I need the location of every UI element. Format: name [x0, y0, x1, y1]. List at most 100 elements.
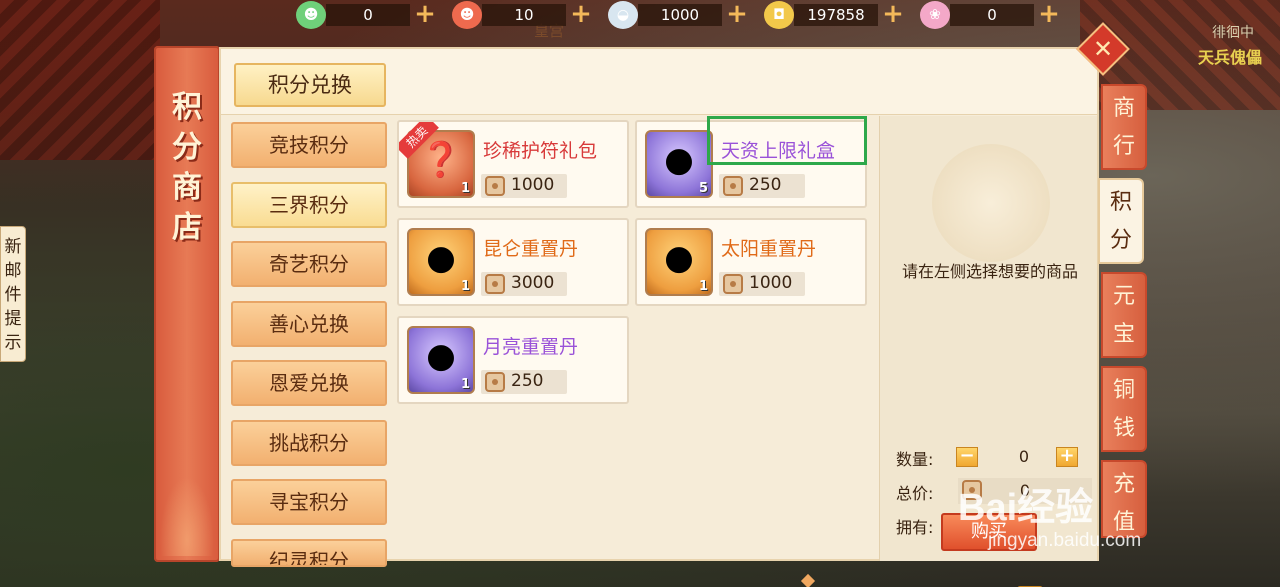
item-icon: ● 1 — [645, 228, 713, 296]
side-tab[interactable]: 充值 — [1101, 460, 1147, 538]
gold-coin-icon: ◘ — [764, 1, 794, 29]
selection-highlight-box — [707, 116, 867, 165]
side-tab-char: 行 — [1112, 134, 1135, 159]
owned-label: 拥有: — [896, 518, 934, 537]
add-resource-icon[interactable]: + — [1038, 1, 1060, 27]
item-price-value: 250 — [511, 371, 544, 391]
category-button[interactable]: 恩爱兑换 — [231, 360, 387, 406]
shop-item-card[interactable]: ● 1 太阳重置丹 1000 — [635, 218, 867, 306]
silver-ingot-icon: ◒ — [608, 1, 638, 29]
shop-item-card[interactable]: ● 1 昆仑重置丹 3000 — [397, 218, 629, 306]
side-tab-char: 充 — [1112, 472, 1135, 497]
add-resource-icon[interactable]: + — [570, 1, 592, 27]
item-price: 250 — [719, 174, 805, 198]
item-price: 1000 — [481, 174, 567, 198]
new-mail-notice[interactable]: 新邮件提示 — [0, 226, 26, 362]
resource-item: ◒ 1000 + — [608, 0, 764, 30]
resource-item: ☻ 10 + — [452, 0, 608, 30]
item-grid: ? ❓1珍稀护符礼包1000热卖●5天资上限礼盒250●1昆仑重置丹3000●1… — [397, 116, 1043, 587]
item-quantity: 1 — [460, 377, 470, 392]
resource-item: ◘ 197858 + — [764, 0, 920, 30]
resource-bar: ☻ 0 + ☻ 10 + ◒ 1000 + ◘ 197858 + ❀ 0 + — [296, 0, 1076, 30]
npc-status-label: 徘徊中 — [1212, 25, 1254, 41]
points-coin-icon — [485, 176, 505, 196]
close-icon[interactable]: ✕ — [1084, 30, 1122, 68]
side-tab[interactable]: 铜钱 — [1101, 366, 1147, 452]
shop-item-card[interactable]: ● 1 月亮重置丹 250 — [397, 316, 629, 404]
shop-title-banner: 积分商店 — [154, 46, 220, 562]
flame-decoration — [160, 476, 214, 556]
item-icon: ● 1 — [407, 326, 475, 394]
red-token-icon: ☻ — [452, 1, 482, 29]
select-item-hint: 请在左侧选择想要的商品 — [901, 262, 1078, 281]
side-tab-char: 宝 — [1112, 322, 1135, 347]
points-coin-icon — [485, 372, 505, 392]
quantity-value[interactable]: 0 — [980, 447, 1068, 466]
item-price-value: 1000 — [749, 273, 793, 293]
tab-points-exchange[interactable]: 积分兑换 — [234, 63, 386, 107]
item-preview-placeholder — [932, 144, 1050, 262]
item-quantity: 1 — [460, 181, 470, 196]
category-button[interactable]: 寻宝积分 — [231, 479, 387, 525]
side-tab[interactable]: 元宝 — [1101, 272, 1147, 358]
add-resource-icon[interactable]: + — [414, 1, 436, 27]
hot-sale-badge: 热卖 — [399, 122, 439, 159]
item-price: 1000 — [719, 272, 805, 296]
points-coin-icon — [723, 274, 743, 294]
shop-title-char: 积 — [172, 90, 202, 125]
shop-title: 积分商店 — [154, 88, 220, 248]
npc-name-label[interactable]: 天兵傀儡 — [1198, 44, 1262, 68]
resource-value: 197858 — [794, 4, 878, 26]
side-tab-char: 积 — [1109, 190, 1132, 215]
pink-pet-icon: ❀ — [920, 1, 950, 29]
item-price: 3000 — [481, 272, 567, 296]
green-token-icon: ☻ — [296, 1, 326, 29]
item-icon: ● 1 — [407, 228, 475, 296]
shop-title-char: 店 — [172, 210, 202, 245]
decrease-quantity-button[interactable]: − — [956, 447, 978, 467]
resource-value: 0 — [326, 4, 410, 26]
shop-title-char: 分 — [172, 130, 202, 165]
side-tab[interactable]: 积分 — [1098, 178, 1144, 264]
mail-notice-char: 示 — [4, 333, 22, 353]
side-tab-char: 商 — [1112, 96, 1135, 121]
category-button[interactable]: 纪灵积分 — [231, 538, 387, 567]
mail-notice-char: 件 — [4, 285, 22, 305]
shop-item-card[interactable]: ❓ 1 珍稀护符礼包 1000 热卖 — [397, 120, 629, 208]
item-quantity: 1 — [460, 279, 470, 294]
category-button[interactable]: 善心兑换 — [231, 300, 387, 347]
resource-item: ❀ 0 + — [920, 0, 1076, 30]
side-tab-char: 钱 — [1112, 416, 1135, 441]
item-image-icon: ● — [426, 238, 456, 278]
resource-value: 10 — [482, 4, 566, 26]
side-tab[interactable]: 商行 — [1101, 84, 1147, 170]
hot-badge-wrap: 热卖 — [399, 122, 443, 166]
item-price: 250 — [481, 370, 567, 394]
item-icon: ● 5 — [645, 130, 713, 198]
item-image-icon: ● — [664, 238, 694, 278]
mail-notice-char: 邮 — [4, 261, 22, 281]
add-resource-icon[interactable]: + — [882, 1, 904, 27]
category-button[interactable]: 三界积分 — [231, 181, 387, 228]
resource-value: 1000 — [638, 4, 722, 26]
total-price-label: 总价: — [896, 484, 934, 503]
points-coin-icon — [723, 176, 743, 196]
mail-notice-char: 提 — [4, 309, 22, 329]
watermark-url: jingyan.baidu.com — [988, 530, 1142, 551]
item-name: 月亮重置丹 — [483, 336, 579, 358]
panel-header: 积分兑换 — [221, 49, 1097, 115]
increase-quantity-button[interactable]: + — [1056, 447, 1078, 467]
item-quantity: 5 — [698, 181, 708, 196]
shop-title-char: 商 — [172, 170, 202, 205]
watermark-logo: Bai经验 — [958, 487, 1094, 529]
category-button[interactable]: 挑战积分 — [231, 419, 387, 466]
item-image-icon: ● — [426, 336, 456, 376]
category-button[interactable]: 竞技积分 — [231, 122, 387, 168]
resource-item: ☻ 0 + — [296, 0, 452, 30]
quantity-row: 数量: − 0 + — [896, 444, 1082, 470]
palace-roof-left — [0, 0, 160, 160]
item-price-value: 3000 — [511, 273, 555, 293]
item-quantity: 1 — [698, 279, 708, 294]
category-button[interactable]: 奇艺积分 — [231, 241, 387, 287]
add-resource-icon[interactable]: + — [726, 1, 748, 27]
